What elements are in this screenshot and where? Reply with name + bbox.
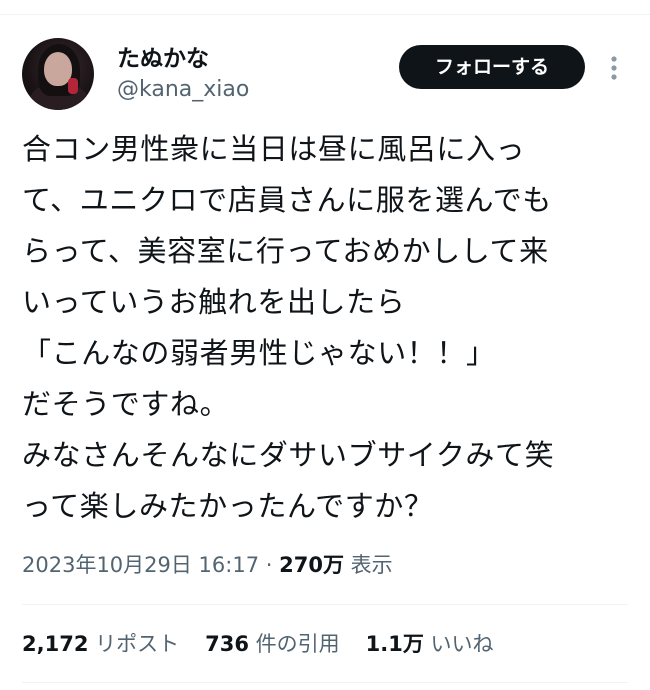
top-divider (0, 14, 650, 15)
tweet-line: みなさんそんなにダサいブサイクみて笑 (22, 438, 555, 472)
likes-stat[interactable]: 1.1万 いいね (366, 626, 494, 662)
tweet-text: 合コン男性衆に当日は昼に風呂に入っ て、ユニクロで店員さんに服を選んでも らって… (22, 124, 632, 532)
engagement-stats: 2,172 リポスト 736 件の引用 1.1万 いいね (22, 626, 494, 662)
follow-button[interactable]: フォローする (399, 45, 585, 89)
divider (22, 604, 628, 605)
views-count: 270万 (279, 553, 344, 577)
tweet-line: 「こんなの弱者男性じゃない！！」 (22, 336, 496, 370)
tweet-line: って楽しみたかったんですか？ (22, 489, 434, 523)
tweet-line: だそうですね。 (22, 387, 230, 421)
avatar[interactable] (22, 38, 94, 110)
quotes-label: 件の引用 (248, 632, 340, 656)
quotes-stat[interactable]: 736 件の引用 (205, 626, 340, 662)
tweet-line: て、ユニクロで店員さんに服を選んでも (22, 183, 552, 217)
tweet-line: らって、美容室に行っておめかしして来 (22, 234, 549, 268)
tweet-meta: 2023年10月29日 16:17 · 270万 表示 (22, 547, 393, 583)
tweet-line: 合コン男性衆に当日は昼に風呂に入っ (22, 132, 526, 166)
meta-separator: · (259, 553, 280, 577)
tweet-line: いっていうお触れを出したら (22, 285, 406, 319)
divider (22, 682, 628, 683)
reposts-label: リポスト (88, 632, 180, 656)
more-vertical-icon[interactable] (604, 54, 624, 82)
reposts-count: 2,172 (22, 632, 89, 656)
display-name[interactable]: たぬかなㅤ (117, 44, 230, 74)
likes-count: 1.1万 (365, 632, 424, 656)
user-handle[interactable]: @kana_xiao (117, 76, 249, 104)
likes-label: いいね (423, 632, 494, 656)
avatar-accent-shape (68, 78, 78, 94)
quotes-count: 736 (205, 632, 249, 656)
views-label: 表示 (343, 553, 393, 577)
reposts-stat[interactable]: 2,172 リポスト (22, 626, 179, 662)
tweet-timestamp[interactable]: 2023年10月29日 16:17 (22, 553, 259, 577)
